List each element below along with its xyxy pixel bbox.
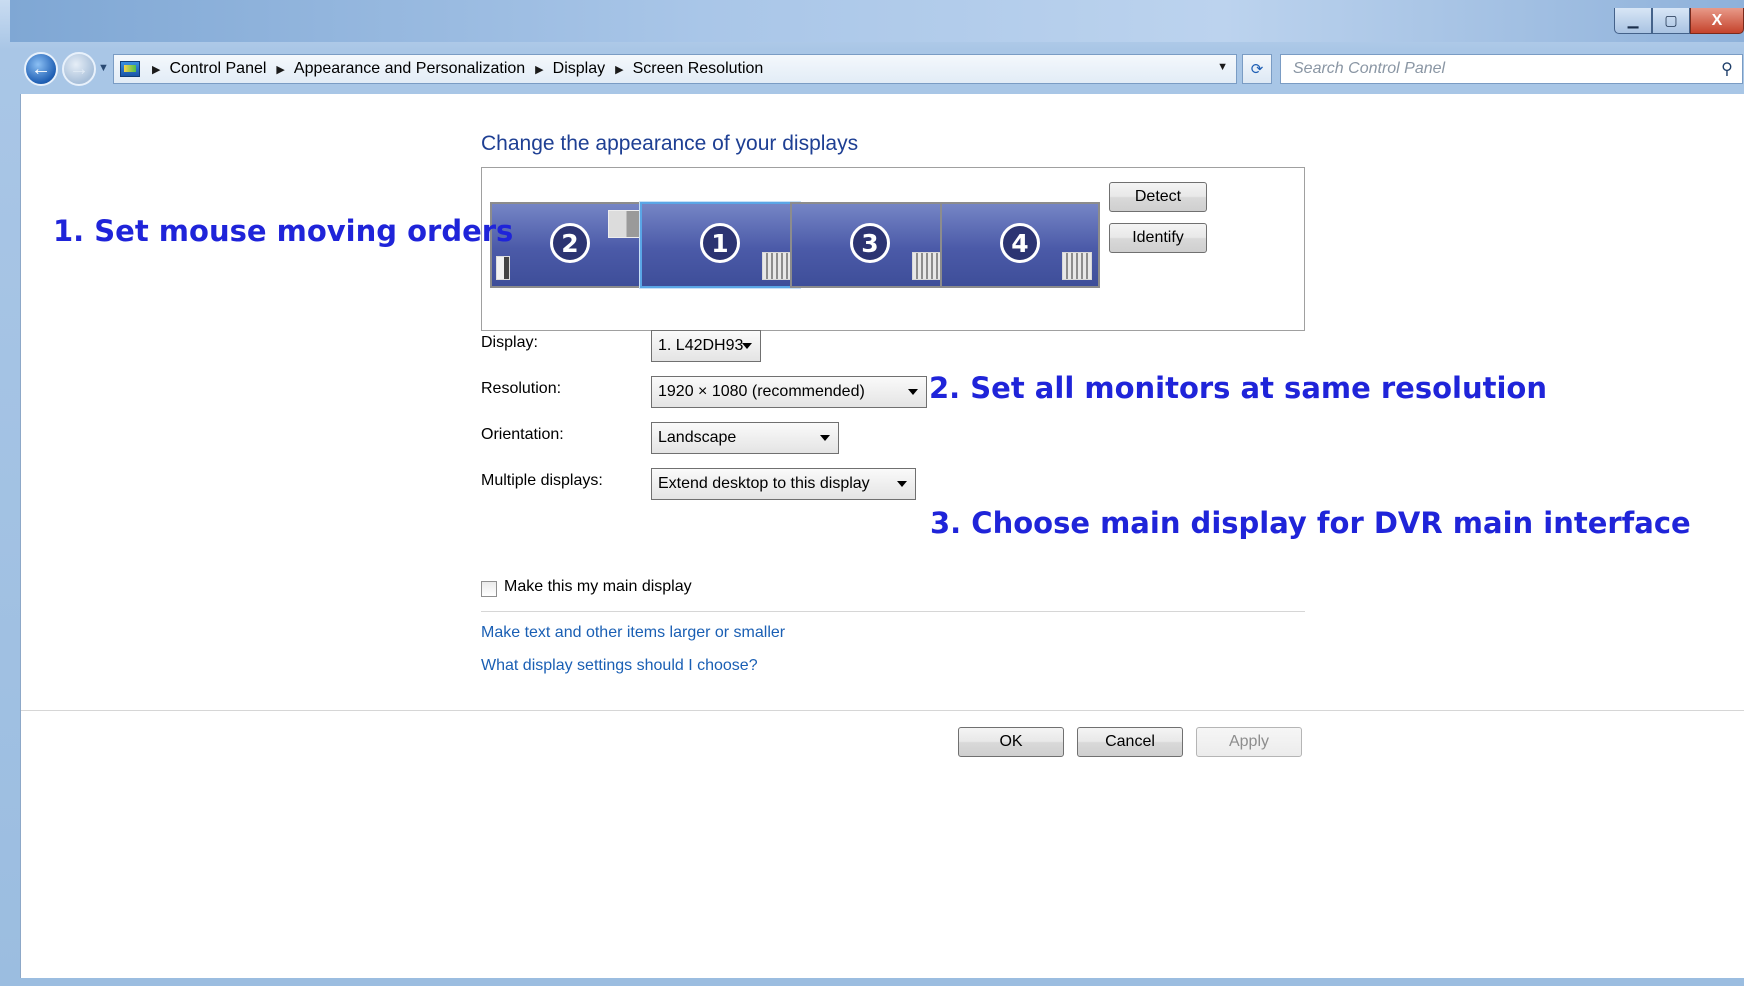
chevron-down-icon <box>908 389 918 395</box>
refresh-icon: ⟳ <box>1250 61 1264 78</box>
display-label: Display: <box>481 334 538 351</box>
monitor-screen-icon <box>608 210 642 238</box>
resolution-label: Resolution: <box>481 380 562 397</box>
address-dropdown-icon[interactable]: ▼ <box>1217 61 1228 73</box>
breadcrumb-chevron-icon[interactable]: ▶ <box>615 63 623 76</box>
search-input[interactable] <box>1291 59 1712 79</box>
orientation-label: Orientation: <box>481 426 564 443</box>
display-select[interactable]: 1. L42DH93 <box>651 330 761 362</box>
monitor-3[interactable]: 3 <box>790 202 950 288</box>
monitor-number-badge: 1 <box>700 223 740 263</box>
breadcrumb-chevron-icon[interactable]: ▶ <box>276 63 284 76</box>
search-icon[interactable]: ⚲ <box>1712 59 1742 79</box>
divider <box>481 611 1305 612</box>
navigation-bar: ← → ▼ ▶ Control Panel ▶ Appearance and P… <box>10 48 1744 90</box>
display-settings-help-link[interactable]: What display settings should I choose? <box>481 657 758 675</box>
search-box: ⚲ <box>1280 54 1743 84</box>
control-panel-icon <box>120 61 140 77</box>
resolution-select-value: 1920 × 1080 (recommended) <box>658 383 865 400</box>
annotation-step-2: 2. Set all monitors at same resolution <box>929 371 1547 405</box>
ok-button[interactable]: OK <box>958 727 1064 757</box>
page-title: Change the appearance of your displays <box>481 132 859 155</box>
keyboard-icon <box>912 252 942 280</box>
computer-tower-icon <box>496 256 510 280</box>
back-arrow-icon: ← <box>31 57 51 80</box>
keyboard-icon <box>1062 252 1092 280</box>
detect-button[interactable]: Detect <box>1109 182 1207 212</box>
forward-button[interactable]: → <box>62 52 96 86</box>
multiple-displays-select[interactable]: Extend desktop to this display <box>651 468 916 500</box>
recent-pages-dropdown-icon[interactable]: ▼ <box>98 62 109 74</box>
main-display-label[interactable]: Make this my main display <box>504 578 692 596</box>
annotation-step-1: 1. Set mouse moving orders <box>53 214 514 248</box>
display-select-value: 1. L42DH93 <box>658 337 744 354</box>
cancel-button[interactable]: Cancel <box>1077 727 1183 757</box>
breadcrumb-display[interactable]: Display <box>553 60 605 78</box>
address-bar[interactable]: ▶ Control Panel ▶ Appearance and Persona… <box>113 54 1237 84</box>
monitor-2[interactable]: 2 <box>490 202 650 288</box>
back-button[interactable]: ← <box>24 52 58 86</box>
monitor-number-badge: 3 <box>850 223 890 263</box>
multiple-displays-select-value: Extend desktop to this display <box>658 475 870 492</box>
monitor-number-badge: 4 <box>1000 223 1040 263</box>
forward-arrow-icon: → <box>69 57 89 80</box>
chevron-down-icon <box>820 435 830 441</box>
resolution-select[interactable]: 1920 × 1080 (recommended) <box>651 376 927 408</box>
minimize-button[interactable]: ▁ <box>1614 8 1652 34</box>
chevron-down-icon <box>742 343 752 349</box>
monitor-number-badge: 2 <box>550 223 590 263</box>
refresh-button[interactable]: ⟳ <box>1242 54 1272 84</box>
chevron-down-icon <box>897 481 907 487</box>
breadcrumb-chevron-icon[interactable]: ▶ <box>152 63 160 76</box>
breadcrumb-control-panel[interactable]: Control Panel <box>169 60 266 78</box>
monitor-1[interactable]: 1 <box>640 202 800 288</box>
breadcrumb-chevron-icon[interactable]: ▶ <box>535 63 543 76</box>
apply-button[interactable]: Apply <box>1196 727 1302 757</box>
content-area: Change the appearance of your displays 2… <box>20 94 1744 978</box>
maximize-button[interactable]: ▢ <box>1652 8 1690 34</box>
monitor-4[interactable]: 4 <box>940 202 1100 288</box>
footer-divider <box>21 710 1744 711</box>
title-bar: ▁ ▢ X <box>10 0 1744 42</box>
multiple-displays-label: Multiple displays: <box>481 472 603 489</box>
identify-button[interactable]: Identify <box>1109 223 1207 253</box>
annotation-step-3: 3. Choose main display for DVR main inte… <box>930 506 1691 540</box>
close-button[interactable]: X <box>1690 8 1744 34</box>
window-frame: ▁ ▢ X ← → ▼ ▶ Control Panel ▶ Appearance… <box>0 0 1744 986</box>
keyboard-icon <box>762 252 792 280</box>
breadcrumb-screen-resolution[interactable]: Screen Resolution <box>633 60 764 78</box>
text-size-link[interactable]: Make text and other items larger or smal… <box>481 624 785 642</box>
window-controls: ▁ ▢ X <box>1614 8 1744 34</box>
orientation-select[interactable]: Landscape <box>651 422 839 454</box>
monitor-arrangement-panel: 2 1 3 4 Detect Identify <box>481 167 1305 331</box>
orientation-select-value: Landscape <box>658 429 737 446</box>
main-display-checkbox[interactable] <box>481 581 497 597</box>
breadcrumb-appearance[interactable]: Appearance and Personalization <box>294 60 525 78</box>
